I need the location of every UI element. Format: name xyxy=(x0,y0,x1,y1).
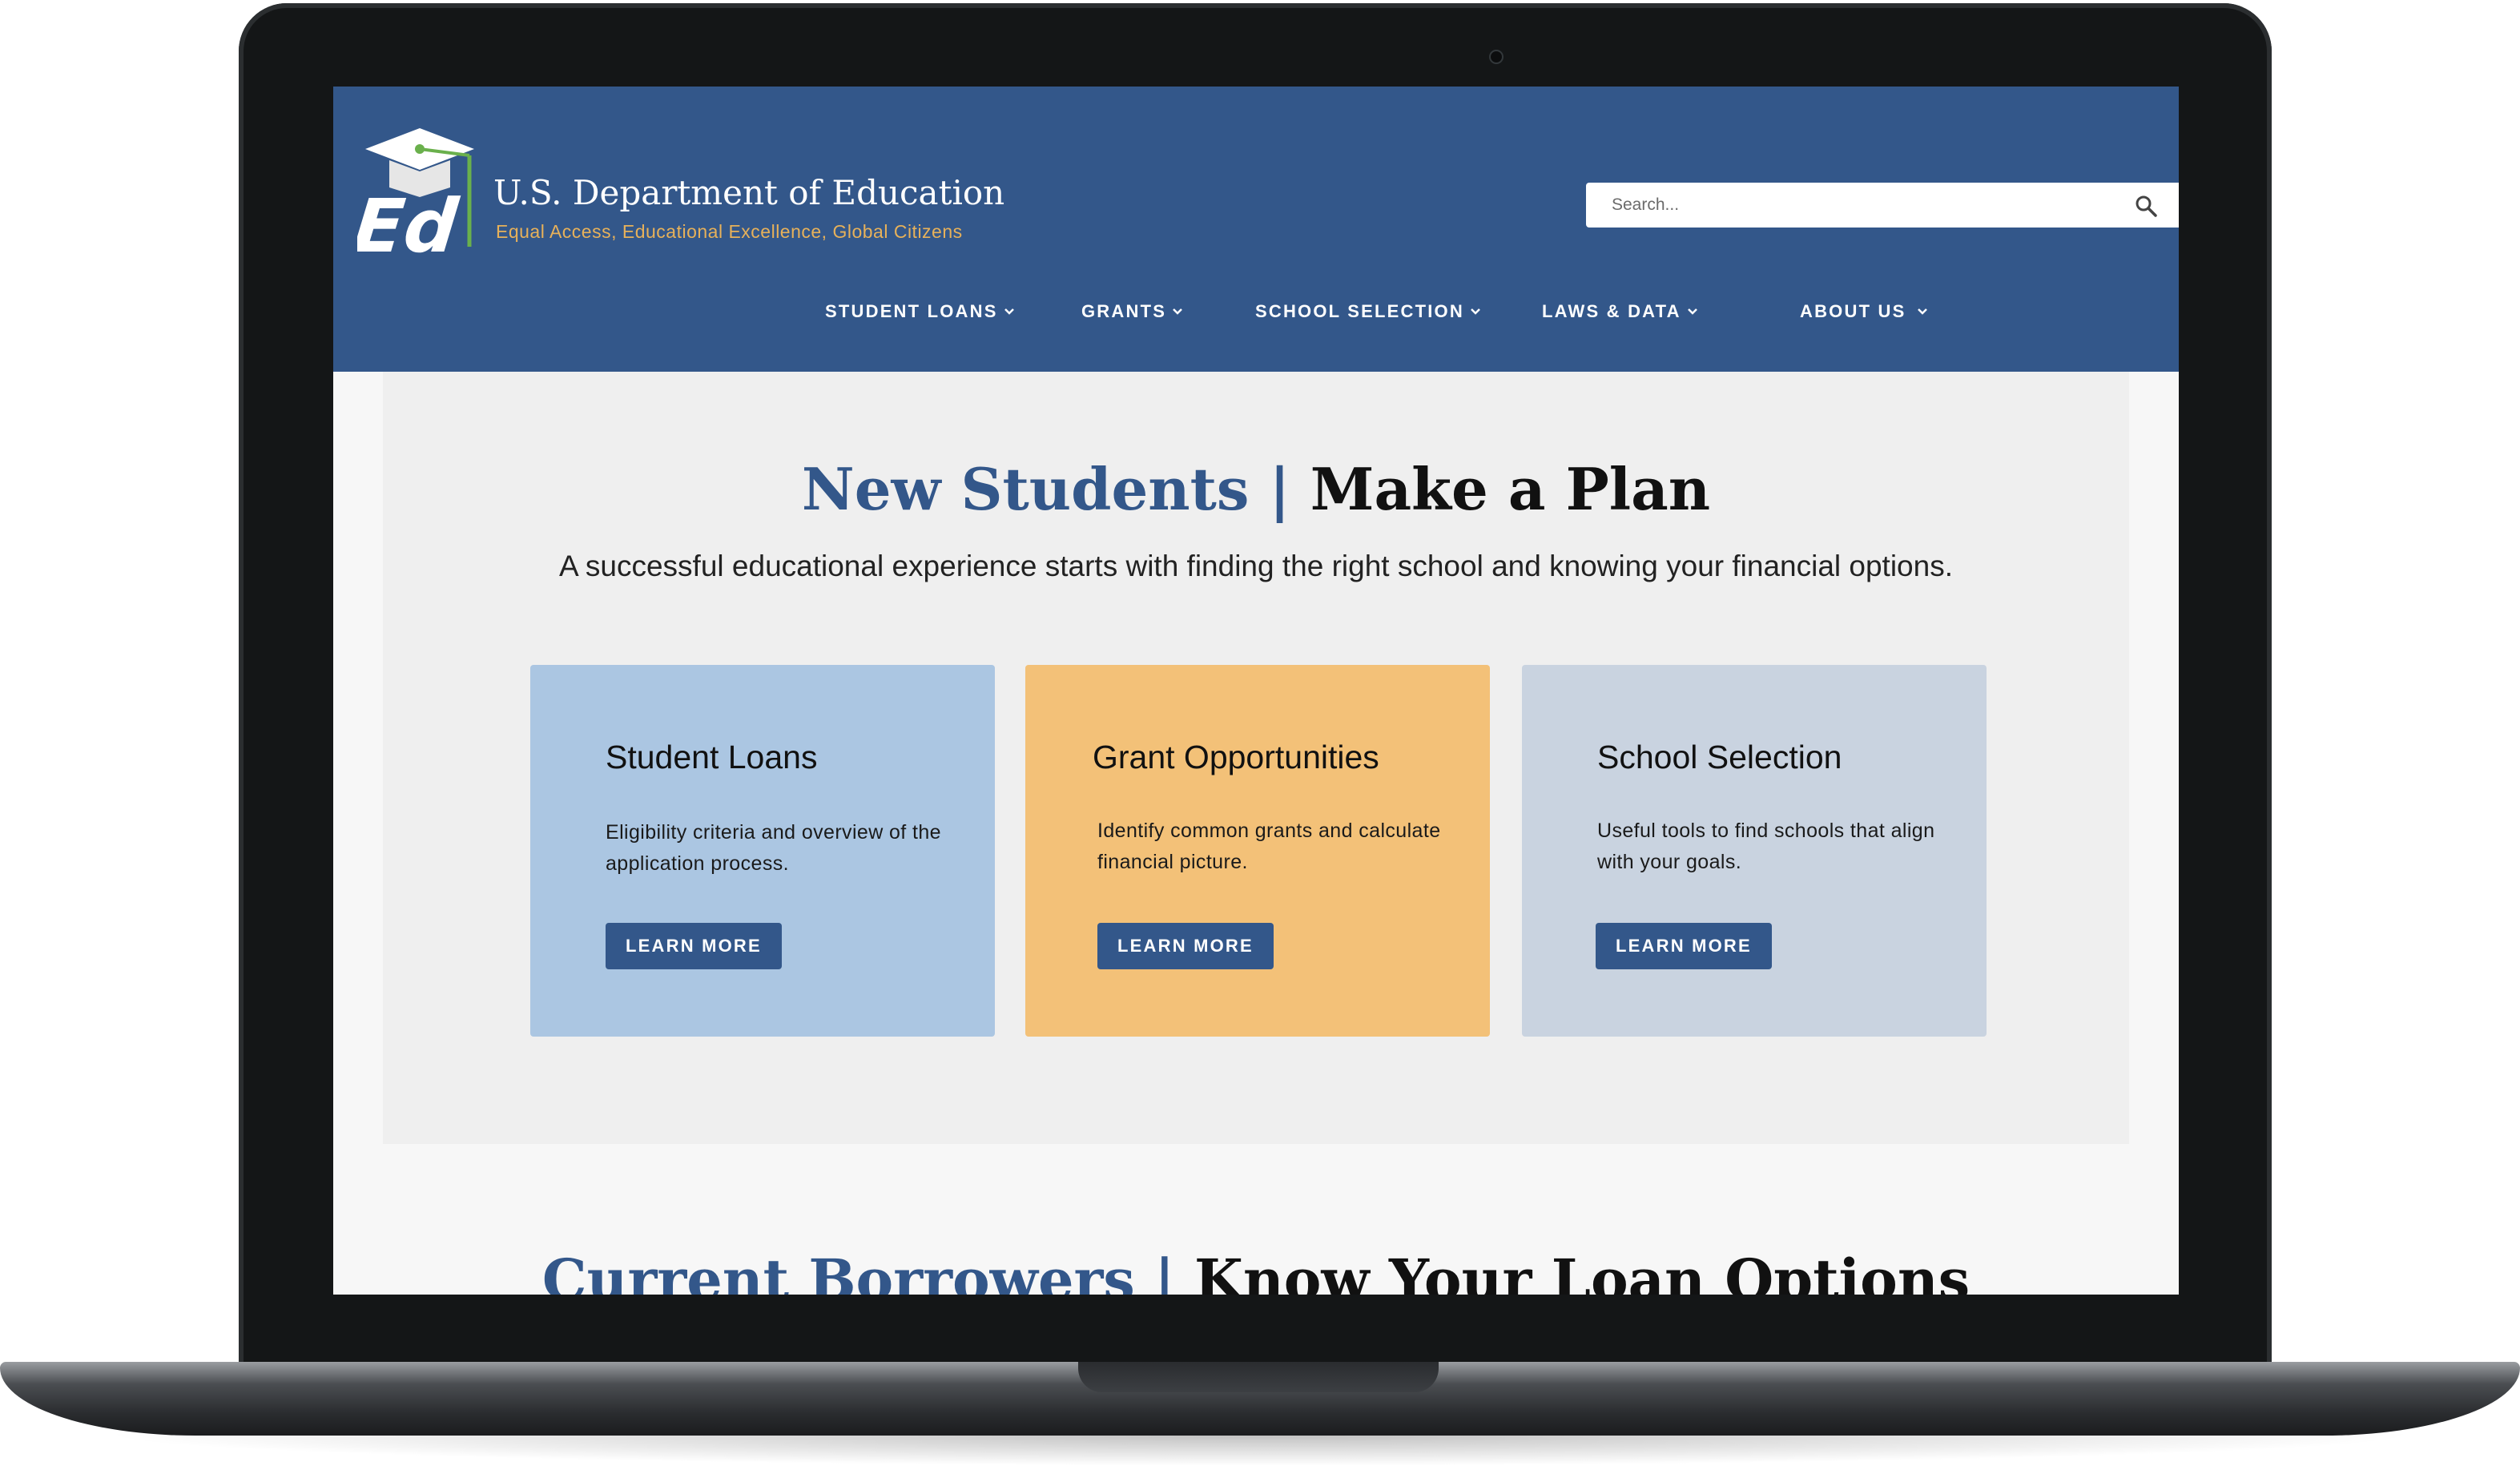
search-input[interactable] xyxy=(1610,195,2110,215)
hero-title-main: Make a Plan xyxy=(1310,455,1711,523)
laptop-hinge-notch xyxy=(1078,1362,1439,1392)
card-school-selection: School Selection Useful tools to find sc… xyxy=(1522,665,1987,1037)
nav-label: LAWS & DATA xyxy=(1542,301,1681,321)
laptop-screen: Ed U.S. Department of Education Equal Ac… xyxy=(333,87,2179,1295)
nav-label: ABOUT US xyxy=(1800,301,1906,321)
search-icon[interactable] xyxy=(2134,194,2158,218)
chevron-down-icon xyxy=(1173,308,1182,315)
nav-laws-data[interactable]: LAWS & DATA xyxy=(1542,301,1699,322)
hero-subtitle: A successful educational experience star… xyxy=(558,550,1953,582)
chevron-down-icon xyxy=(1687,308,1697,315)
nav-label: SCHOOL SELECTION xyxy=(1255,301,1464,321)
card-description: Identify common grants and calculate fin… xyxy=(1097,820,1441,873)
nav-label: STUDENT LOANS xyxy=(825,301,998,321)
learn-more-button[interactable]: LEARN MORE xyxy=(606,923,782,969)
nav-student-loans[interactable]: STUDENT LOANS xyxy=(825,301,1016,322)
search-box xyxy=(1586,183,2179,228)
chevron-down-icon xyxy=(1917,308,1927,315)
section2-title-highlight: Current Borrowers | xyxy=(541,1246,1175,1295)
card-title: School Selection xyxy=(1597,739,1842,775)
card-title: Grant Opportunities xyxy=(1093,739,1379,775)
current-borrowers-title: Current Borrowers | Know Your Loan Optio… xyxy=(333,1246,2179,1295)
learn-more-button[interactable]: LEARN MORE xyxy=(1596,923,1772,969)
card-description: Useful tools to find schools that align … xyxy=(1597,820,1935,873)
webcam xyxy=(1489,50,1504,64)
site-header: Ed U.S. Department of Education Equal Ac… xyxy=(333,87,2179,372)
hero-title-highlight: New Students | xyxy=(801,455,1290,523)
learn-more-button[interactable]: LEARN MORE xyxy=(1097,923,1274,969)
card-title: Student Loans xyxy=(606,739,818,775)
chevron-down-icon xyxy=(1004,308,1014,315)
site-title[interactable]: U.S. Department of Education xyxy=(493,173,1004,212)
site-tagline: Equal Access, Educational Excellence, Gl… xyxy=(496,221,963,242)
nav-grants[interactable]: GRANTS xyxy=(1081,301,1184,322)
card-description: Eligibility criteria and overview of the… xyxy=(606,821,941,875)
nav-school-selection[interactable]: SCHOOL SELECTION xyxy=(1255,301,1482,322)
logo-letters: Ed xyxy=(357,183,462,263)
laptop-shadow xyxy=(96,1434,2424,1466)
ed-logo-icon[interactable]: Ed xyxy=(357,119,485,263)
nav-about-us[interactable]: ABOUT US xyxy=(1800,301,1929,322)
nav-label: GRANTS xyxy=(1081,301,1167,321)
section2-title-main: Know Your Loan Options xyxy=(1194,1246,1971,1295)
hero-title: New Students | Make a Plan xyxy=(333,455,2179,523)
card-student-loans: Student Loans Eligibility criteria and o… xyxy=(530,665,995,1037)
card-grant-opportunities: Grant Opportunities Identify common gran… xyxy=(1025,665,1490,1037)
chevron-down-icon xyxy=(1471,308,1480,315)
